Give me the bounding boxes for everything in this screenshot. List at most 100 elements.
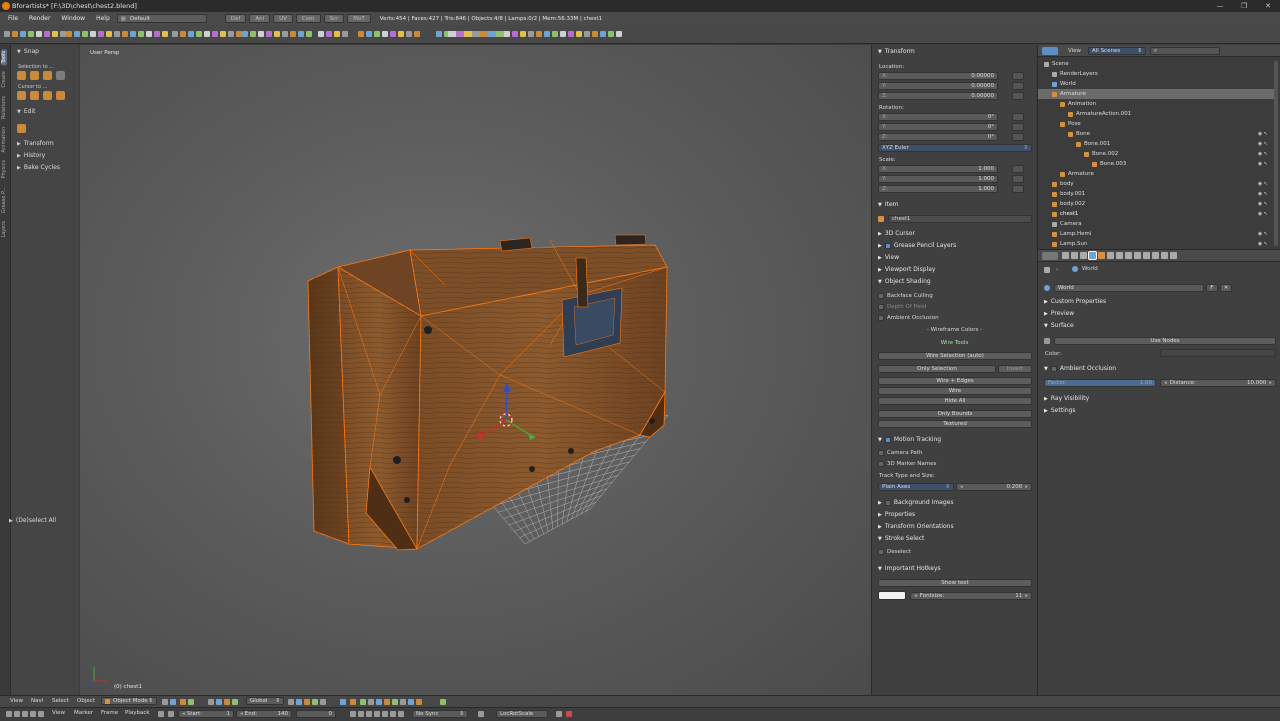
outliner-item[interactable]: Armature xyxy=(1038,89,1274,99)
cursor-to-grid-icon[interactable] xyxy=(43,91,52,100)
visibility-eye-icon[interactable]: ◉ ↖ xyxy=(1258,131,1268,137)
tab-layers[interactable]: Layers xyxy=(1,219,7,240)
timeline-control-icon[interactable] xyxy=(30,711,36,717)
location-y-field[interactable]: Y: 0.00000 xyxy=(878,82,998,90)
toolbar-tool-icon[interactable] xyxy=(342,31,348,37)
menu-help[interactable]: Help xyxy=(92,15,114,22)
rotation-y-field[interactable]: Y: 0° xyxy=(878,123,998,131)
toolbar-tool-icon[interactable] xyxy=(180,31,186,37)
properties-context-icon[interactable] xyxy=(1098,252,1105,259)
header-tool-icon[interactable] xyxy=(162,699,168,705)
marker-names-checkbox[interactable]: 3D Marker Names xyxy=(878,461,936,467)
timeline-icons[interactable] xyxy=(0,708,1280,721)
toolbar-tool-icon[interactable] xyxy=(220,31,226,37)
outliner-item[interactable]: ArmatureAction.001 xyxy=(1038,109,1274,119)
checkbox-checked[interactable] xyxy=(884,242,891,249)
toolbar-tool-icon[interactable] xyxy=(528,31,534,37)
toolbar-tool-icon[interactable] xyxy=(4,31,10,37)
tab-def[interactable]: Def xyxy=(224,14,247,23)
panel-3d-cursor[interactable]: ▶ 3D Cursor xyxy=(874,228,1034,239)
header-tool-icon[interactable] xyxy=(368,699,374,705)
toolbar-tool-icon[interactable] xyxy=(374,31,380,37)
toolbar-tool-icon[interactable] xyxy=(188,31,194,37)
header-tool-icon[interactable] xyxy=(416,699,422,705)
lock-icon[interactable] xyxy=(1012,72,1024,80)
header-tool-icon[interactable] xyxy=(392,699,398,705)
panel-transform-orientations[interactable]: ▶ Transform Orientations xyxy=(874,521,1034,532)
depth-of-field-checkbox[interactable]: Depth Of Field xyxy=(878,304,926,310)
timeline-control-icon[interactable] xyxy=(38,711,44,717)
toolbar-tool-icon[interactable] xyxy=(172,31,178,37)
backface-culling-checkbox[interactable]: Backface Culling xyxy=(878,293,933,299)
lock-icon[interactable] xyxy=(1012,175,1024,183)
pin-icon[interactable] xyxy=(1044,267,1050,273)
toolbar-tool-icon[interactable] xyxy=(228,31,234,37)
3d-viewport[interactable]: User Persp (0) chest1 xyxy=(80,45,871,695)
visibility-eye-icon[interactable]: ◉ ↖ xyxy=(1258,241,1268,247)
panel-properties[interactable]: ▶ Properties xyxy=(874,509,1034,520)
timeline-control-icon[interactable] xyxy=(6,711,12,717)
toolbar-tool-icon[interactable] xyxy=(456,31,462,37)
only-bounds-button[interactable]: Only Bounds xyxy=(878,410,1032,418)
visibility-eye-icon[interactable]: ◉ ↖ xyxy=(1258,141,1268,147)
camera-path-checkbox[interactable]: Camera Path xyxy=(878,450,922,456)
timeline-control-icon[interactable] xyxy=(374,711,380,717)
viewport-scene[interactable] xyxy=(80,45,871,695)
header-tool-icon[interactable] xyxy=(320,699,326,705)
toolbar-tool-icon[interactable] xyxy=(576,31,582,37)
rotation-mode-dropdown[interactable]: XYZ Euler ⇕ xyxy=(878,144,1032,152)
toolbar-tool-icon[interactable] xyxy=(98,31,104,37)
fontsize-field[interactable]: ◂ Fontsize: 11 ▸ xyxy=(910,592,1032,600)
hide-all-button[interactable]: Hide All xyxy=(878,397,1032,405)
timeline-control-icon[interactable] xyxy=(350,711,356,717)
panel-edit[interactable]: ▼ Edit xyxy=(11,106,35,117)
toolbar-tool-icon[interactable] xyxy=(414,31,420,37)
outliner-item[interactable]: Pose xyxy=(1038,119,1274,129)
toolbar-tool-icon[interactable] xyxy=(616,31,622,37)
outliner-item[interactable]: Camera xyxy=(1038,219,1274,229)
visibility-eye-icon[interactable]: ◉ ↖ xyxy=(1258,181,1268,187)
join-icon[interactable] xyxy=(17,124,26,133)
outliner-item[interactable]: Bone ◉ ↖ xyxy=(1038,129,1274,139)
timeline-control-icon[interactable] xyxy=(358,711,364,717)
toolbar-tool-icon[interactable] xyxy=(20,31,26,37)
toolbar-tool-icon[interactable] xyxy=(544,31,550,37)
header-tool-icon[interactable] xyxy=(224,699,230,705)
toolbar-tool-icon[interactable] xyxy=(82,31,88,37)
outliner-item[interactable]: RenderLayers xyxy=(1038,69,1274,79)
panel-surface[interactable]: ▼ Surface xyxy=(1040,320,1200,331)
tab-ani[interactable]: Ani xyxy=(249,14,271,23)
cursor-to-center-icon[interactable] xyxy=(30,91,39,100)
toolbar-tool-icon[interactable] xyxy=(488,31,494,37)
toolbar-tool-icon[interactable] xyxy=(536,31,542,37)
toolbar-tool-icon[interactable] xyxy=(520,31,526,37)
textured-button[interactable]: Textured xyxy=(878,420,1032,428)
header-tool-icon[interactable] xyxy=(216,699,222,705)
tab-mot[interactable]: MoT xyxy=(347,14,371,23)
lock-icon[interactable] xyxy=(1012,123,1024,131)
toolbar-tool-icon[interactable] xyxy=(258,31,264,37)
timeline-control-icon[interactable] xyxy=(556,711,562,717)
properties-context-icon[interactable] xyxy=(1062,252,1069,259)
properties-context-icon[interactable] xyxy=(1152,252,1159,259)
only-selection-button[interactable]: Only Selection xyxy=(878,365,996,373)
toolbar-tool-icon[interactable] xyxy=(390,31,396,37)
tab-physics[interactable]: Physics xyxy=(1,158,7,181)
toolbar-tool-icon[interactable] xyxy=(568,31,574,37)
visibility-eye-icon[interactable]: ◉ ↖ xyxy=(1258,211,1268,217)
toolbar-tool-icon[interactable] xyxy=(162,31,168,37)
properties-context-icon[interactable] xyxy=(1107,252,1114,259)
menu-render[interactable]: Render xyxy=(25,15,54,22)
header-tool-icon[interactable] xyxy=(180,699,186,705)
toolbar-tool-icon[interactable] xyxy=(90,31,96,37)
toolbar-tool-icon[interactable] xyxy=(130,31,136,37)
properties-context-icon[interactable] xyxy=(1080,252,1087,259)
editor-type-icon[interactable] xyxy=(1042,252,1058,260)
toolbar-tool-icon[interactable] xyxy=(560,31,566,37)
world-name-field[interactable]: World xyxy=(1054,284,1204,292)
deselect-checkbox[interactable]: Deselect xyxy=(878,549,911,555)
menu-file[interactable]: File xyxy=(4,15,22,22)
scale-z-field[interactable]: Z: 1.000 xyxy=(878,185,998,193)
toolbar-tool-icon[interactable] xyxy=(44,31,50,37)
lock-icon[interactable] xyxy=(1012,185,1024,193)
